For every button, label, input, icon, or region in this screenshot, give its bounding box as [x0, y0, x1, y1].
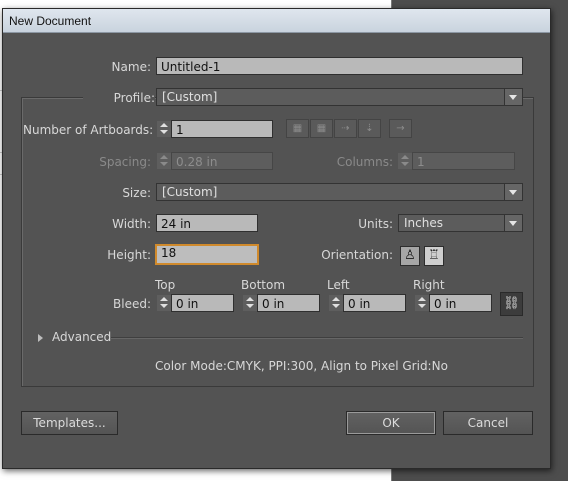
profile-label: Profile: — [83, 91, 155, 105]
bleed-right-stepper-icon[interactable] — [415, 295, 430, 311]
bleed-bottom-stepper-icon[interactable] — [243, 295, 258, 311]
landscape-icon[interactable]: ♖ — [424, 246, 444, 266]
advanced-toggle[interactable]: Advanced — [52, 330, 111, 344]
chain-link-icon[interactable]: ⛓ — [500, 292, 523, 316]
right-to-left-icon: → — [389, 119, 412, 138]
units-dropdown[interactable]: Inches — [398, 214, 523, 232]
bleed-left-label: Left — [327, 278, 350, 292]
ok-button[interactable]: OK — [346, 411, 436, 435]
profile-value: [Custom] — [162, 90, 218, 104]
spacing-stepper-icon — [157, 153, 172, 169]
bleed-top-label: Top — [155, 278, 176, 292]
new-document-dialog: New Document Name: Untitled-1 Profile: [… — [2, 8, 551, 469]
artboards-label: Number of Artboards: — [23, 123, 154, 137]
size-label: Size: — [122, 186, 151, 200]
bleed-label: Bleed: — [113, 297, 151, 311]
columns-label: Columns: — [336, 155, 393, 169]
bleed-top-field[interactable]: 0 in — [171, 294, 234, 312]
columns-stepper-icon — [398, 153, 413, 169]
spacing-label: Spacing: — [99, 155, 151, 169]
advanced-separator — [111, 337, 523, 338]
profile-dropdown[interactable]: [Custom] — [156, 88, 523, 106]
name-field[interactable]: Untitled-1 — [156, 57, 523, 75]
bleed-left-field[interactable]: 0 in — [343, 294, 406, 312]
portrait-icon[interactable]: ♙ — [400, 246, 420, 266]
name-label: Name: — [111, 60, 151, 74]
bleed-top-stepper-icon[interactable] — [157, 295, 172, 311]
chevron-down-icon — [504, 215, 522, 231]
bleed-bottom-label: Bottom — [241, 278, 286, 292]
height-field[interactable]: 18 — [155, 244, 259, 265]
grid-by-column-icon: ▦ — [310, 119, 333, 138]
bleed-right-label: Right — [413, 278, 445, 292]
chevron-down-icon — [504, 89, 522, 105]
bleed-left-stepper-icon[interactable] — [329, 295, 344, 311]
cancel-button[interactable]: Cancel — [443, 411, 533, 435]
artboards-stepper-icon[interactable] — [157, 121, 172, 137]
size-dropdown[interactable]: [Custom] — [156, 183, 523, 201]
expand-triangle-icon[interactable] — [38, 334, 43, 342]
artboards-field[interactable]: 1 — [171, 120, 273, 138]
height-label: Height: — [107, 248, 151, 262]
orientation-label: Orientation: — [321, 248, 393, 262]
document-summary: Color Mode:CMYK, PPI:300, Align to Pixel… — [155, 359, 448, 373]
spacing-field: 0.28 in — [171, 152, 273, 170]
dialog-title: New Document — [9, 14, 92, 28]
bleed-right-field[interactable]: 0 in — [429, 294, 492, 312]
chevron-down-icon — [504, 184, 522, 200]
bleed-bottom-field[interactable]: 0 in — [257, 294, 320, 312]
columns-field: 1 — [412, 152, 515, 170]
title-bar[interactable]: New Document — [3, 9, 550, 33]
width-field[interactable]: 24 in — [156, 214, 258, 232]
arrange-by-row-icon: ⇢ — [334, 119, 357, 138]
size-value: [Custom] — [162, 185, 218, 199]
grid-by-row-icon: ▦ — [286, 119, 309, 138]
arrange-by-column-icon: ⇣ — [358, 119, 381, 138]
units-value: Inches — [404, 216, 443, 230]
templates-button[interactable]: Templates... — [21, 411, 118, 435]
units-label: Units: — [358, 217, 393, 231]
width-label: Width: — [112, 217, 151, 231]
